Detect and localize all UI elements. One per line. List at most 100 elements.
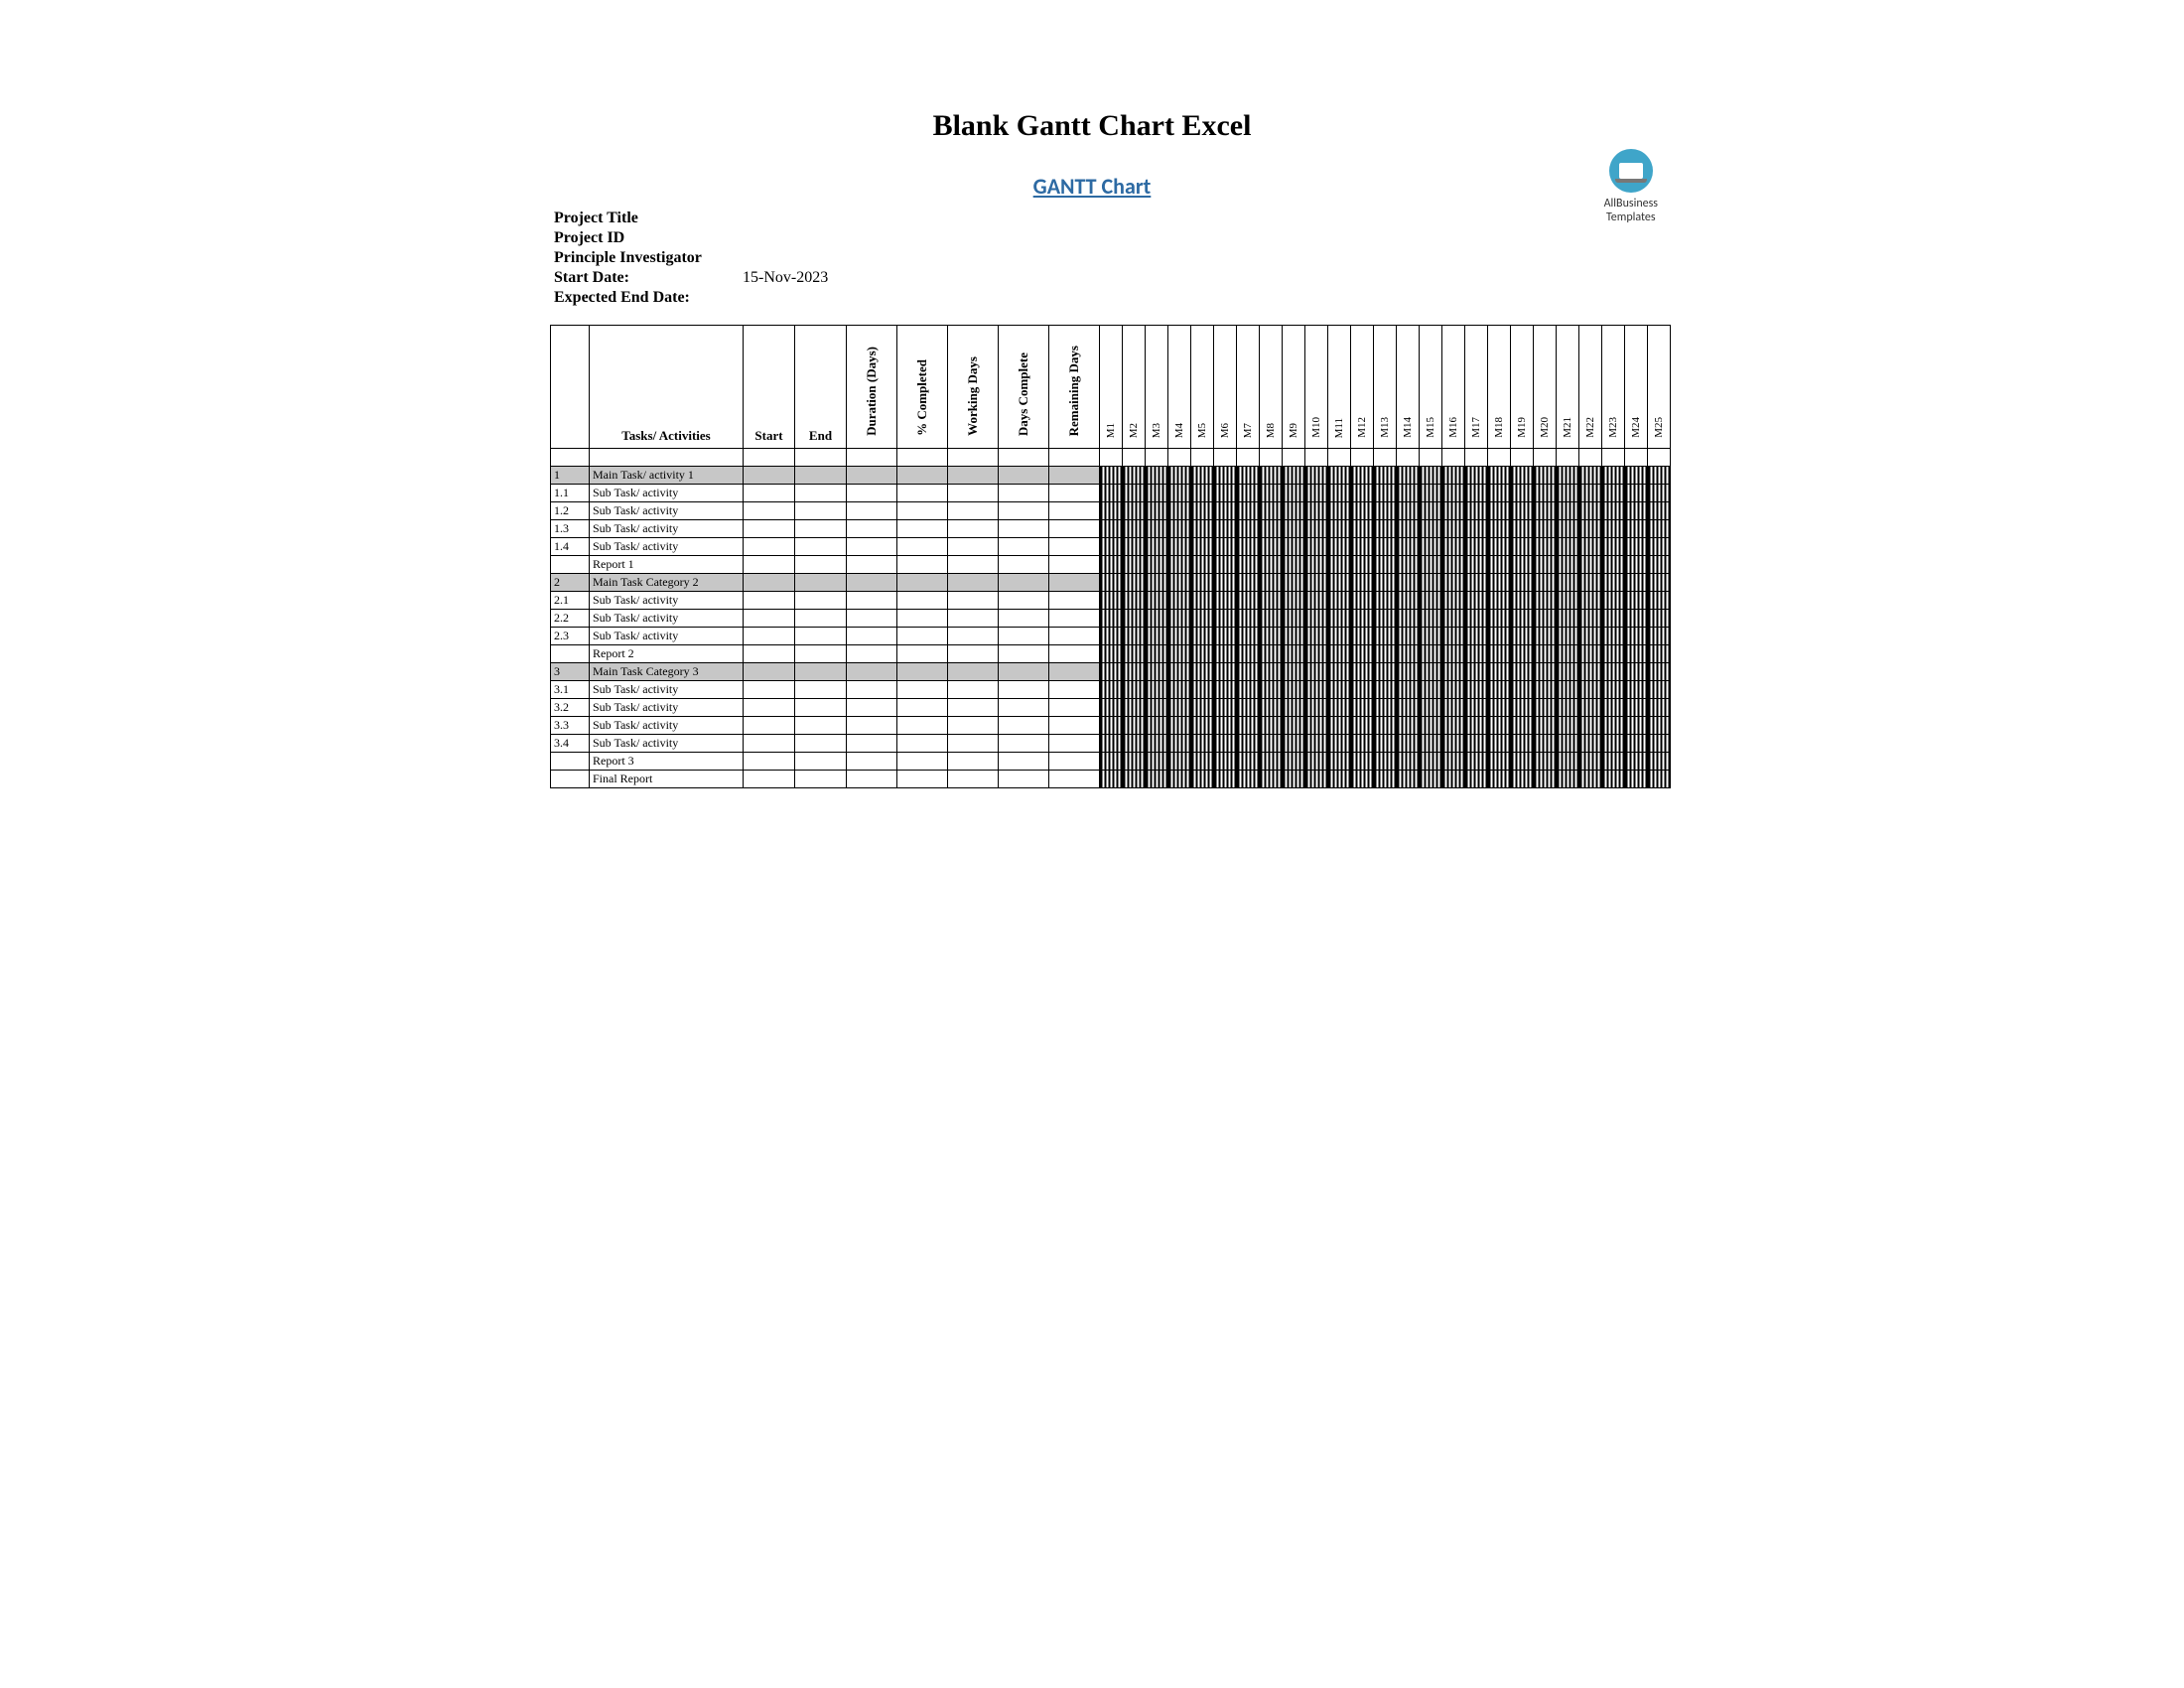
row-task: Sub Task/ activity bbox=[590, 520, 744, 538]
col-month-19: M19 bbox=[1511, 326, 1534, 449]
col-month-4: M4 bbox=[1168, 326, 1191, 449]
col-start: Start bbox=[744, 326, 795, 449]
table-row: 1Main Task/ activity 1 bbox=[551, 467, 1671, 485]
col-month-14: M14 bbox=[1397, 326, 1420, 449]
table-row: 2.3Sub Task/ activity bbox=[551, 628, 1671, 645]
row-id bbox=[551, 753, 590, 771]
col-month-6: M6 bbox=[1214, 326, 1237, 449]
meta-project-id-label: Project ID bbox=[554, 229, 743, 247]
col-tasks: Tasks/ Activities bbox=[590, 326, 744, 449]
row-task: Final Report bbox=[590, 771, 744, 788]
meta-project-title-label: Project Title bbox=[554, 210, 743, 227]
row-id bbox=[551, 771, 590, 788]
row-task: Sub Task/ activity bbox=[590, 538, 744, 556]
row-id: 1.3 bbox=[551, 520, 590, 538]
row-task: Report 1 bbox=[590, 556, 744, 574]
gantt-table: Tasks/ Activities Start End Duration (Da… bbox=[550, 325, 1671, 788]
col-month-15: M15 bbox=[1420, 326, 1442, 449]
gantt-header-row: Tasks/ Activities Start End Duration (Da… bbox=[551, 326, 1671, 449]
table-row: 3.1Sub Task/ activity bbox=[551, 681, 1671, 699]
table-row: 1.4Sub Task/ activity bbox=[551, 538, 1671, 556]
table-row: Final Report bbox=[551, 771, 1671, 788]
row-task: Report 3 bbox=[590, 753, 744, 771]
row-task: Sub Task/ activity bbox=[590, 699, 744, 717]
row-id bbox=[551, 556, 590, 574]
project-meta: Project Title Project ID Principle Inves… bbox=[554, 210, 1648, 307]
col-duration: Duration (Days) bbox=[847, 326, 897, 449]
meta-end-date-label: Expected End Date: bbox=[554, 289, 743, 307]
col-month-3: M3 bbox=[1146, 326, 1168, 449]
col-pct-completed: % Completed bbox=[897, 326, 948, 449]
col-remaining-days: Remaining Days bbox=[1049, 326, 1100, 449]
row-task: Sub Task/ activity bbox=[590, 717, 744, 735]
table-row: 3.2Sub Task/ activity bbox=[551, 699, 1671, 717]
page-title: Blank Gantt Chart Excel bbox=[536, 109, 1648, 143]
col-month-11: M11 bbox=[1328, 326, 1351, 449]
row-task: Sub Task/ activity bbox=[590, 485, 744, 502]
logo-text-1: AllBusiness bbox=[1604, 197, 1658, 211]
table-row: 3.3Sub Task/ activity bbox=[551, 717, 1671, 735]
col-month-13: M13 bbox=[1374, 326, 1397, 449]
gantt-chart-link[interactable]: GANTT Chart bbox=[536, 173, 1648, 200]
row-id: 3.1 bbox=[551, 681, 590, 699]
col-month-1: M1 bbox=[1100, 326, 1123, 449]
row-id: 3 bbox=[551, 663, 590, 681]
row-task: Sub Task/ activity bbox=[590, 502, 744, 520]
col-month-12: M12 bbox=[1351, 326, 1374, 449]
col-working-days: Working Days bbox=[948, 326, 999, 449]
row-id: 2 bbox=[551, 574, 590, 592]
meta-start-date-value: 15-Nov-2023 bbox=[743, 269, 828, 287]
row-task: Sub Task/ activity bbox=[590, 592, 744, 610]
col-id bbox=[551, 326, 590, 449]
meta-start-date-label: Start Date: bbox=[554, 269, 743, 287]
row-id: 3.2 bbox=[551, 699, 590, 717]
table-row: 1.3Sub Task/ activity bbox=[551, 520, 1671, 538]
table-row: 3.4Sub Task/ activity bbox=[551, 735, 1671, 753]
logo-text-2: Templates bbox=[1604, 211, 1658, 224]
row-id: 2.1 bbox=[551, 592, 590, 610]
col-month-5: M5 bbox=[1191, 326, 1214, 449]
row-task: Sub Task/ activity bbox=[590, 610, 744, 628]
row-task: Main Task/ activity 1 bbox=[590, 467, 744, 485]
row-task: Main Task Category 2 bbox=[590, 574, 744, 592]
table-row: Report 1 bbox=[551, 556, 1671, 574]
row-id: 1.2 bbox=[551, 502, 590, 520]
row-id: 1 bbox=[551, 467, 590, 485]
col-month-24: M24 bbox=[1625, 326, 1648, 449]
row-id: 3.4 bbox=[551, 735, 590, 753]
col-month-10: M10 bbox=[1305, 326, 1328, 449]
table-row: 2.2Sub Task/ activity bbox=[551, 610, 1671, 628]
table-row: 1.1Sub Task/ activity bbox=[551, 485, 1671, 502]
table-row bbox=[551, 449, 1671, 467]
row-task: Sub Task/ activity bbox=[590, 735, 744, 753]
col-month-2: M2 bbox=[1123, 326, 1146, 449]
col-month-9: M9 bbox=[1283, 326, 1305, 449]
col-month-16: M16 bbox=[1442, 326, 1465, 449]
table-row: Report 3 bbox=[551, 753, 1671, 771]
row-task: Report 2 bbox=[590, 645, 744, 663]
col-month-20: M20 bbox=[1534, 326, 1557, 449]
col-month-17: M17 bbox=[1465, 326, 1488, 449]
row-task: Sub Task/ activity bbox=[590, 628, 744, 645]
allbusinesstemplates-logo: AllBusiness Templates bbox=[1604, 149, 1658, 224]
table-row: 1.2Sub Task/ activity bbox=[551, 502, 1671, 520]
col-month-8: M8 bbox=[1260, 326, 1283, 449]
row-id: 2.2 bbox=[551, 610, 590, 628]
row-id: 2.3 bbox=[551, 628, 590, 645]
table-row: 2Main Task Category 2 bbox=[551, 574, 1671, 592]
row-id: 1.4 bbox=[551, 538, 590, 556]
col-month-7: M7 bbox=[1237, 326, 1260, 449]
col-month-18: M18 bbox=[1488, 326, 1511, 449]
table-row: 2.1Sub Task/ activity bbox=[551, 592, 1671, 610]
col-month-21: M21 bbox=[1557, 326, 1579, 449]
col-month-23: M23 bbox=[1602, 326, 1625, 449]
col-end: End bbox=[795, 326, 847, 449]
row-task: Sub Task/ activity bbox=[590, 681, 744, 699]
laptop-icon bbox=[1609, 149, 1653, 193]
col-month-22: M22 bbox=[1579, 326, 1602, 449]
table-row: Report 2 bbox=[551, 645, 1671, 663]
table-row: 3Main Task Category 3 bbox=[551, 663, 1671, 681]
row-id: 3.3 bbox=[551, 717, 590, 735]
meta-pi-label: Principle Investigator bbox=[554, 249, 743, 267]
row-id bbox=[551, 645, 590, 663]
